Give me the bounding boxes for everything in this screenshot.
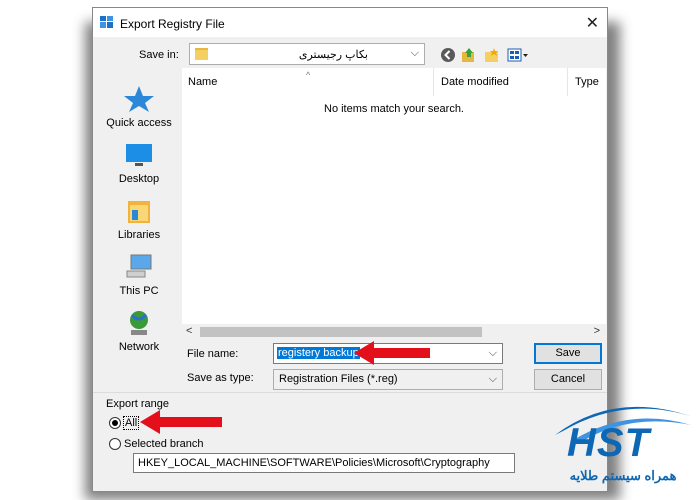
column-header-name[interactable]: Name [188,76,217,88]
chevron-down-icon: ⌵ [410,47,419,59]
empty-message: No items match your search. [324,103,464,115]
desktop-icon [126,144,152,166]
place-network[interactable]: Network [102,309,176,353]
place-label: Network [118,341,160,353]
all-radio[interactable] [109,417,121,429]
chevron-down-icon[interactable]: ⌵ [489,347,497,360]
hst-logo: HST همراه سیستم طلایه [545,395,695,495]
save-in-value: بکاپ رجیستری [298,49,368,61]
view-menu-icon[interactable] [507,47,529,63]
up-folder-icon[interactable] [461,47,477,63]
red-arrow-file-name [354,341,430,365]
column-header-type[interactable]: Type [575,76,599,88]
this-pc-icon [126,254,152,278]
branch-path-input[interactable]: HKEY_LOCAL_MACHINE\SOFTWARE\Policies\Mic… [133,453,515,473]
logo-tagline: همراه سیستم طلایه [569,468,677,483]
save-as-type-combo[interactable]: Registration Files (*.reg) ⌵ [273,369,503,390]
column-divider[interactable] [433,68,434,96]
title-bar: Export Registry File ✕ [93,8,607,37]
file-name-label: File name: [187,348,239,360]
back-icon[interactable] [440,47,456,63]
quick-access-star-icon [124,86,154,112]
save-as-type-label: Save as type: [187,372,254,384]
save-as-type-value: Registration Files (*.reg) [279,373,398,385]
radio-selected-dot [112,420,118,426]
place-libraries[interactable]: Libraries [102,197,176,241]
horizontal-scrollbar[interactable]: < > [182,324,606,340]
place-quick-access[interactable]: Quick access [102,85,176,129]
place-label: Libraries [117,229,161,241]
branch-path-value: HKEY_LOCAL_MACHINE\SOFTWARE\Policies\Mic… [138,457,490,469]
close-icon[interactable]: ✕ [586,13,599,33]
network-icon [130,311,148,335]
save-in-label: Save in: [139,49,179,61]
column-divider[interactable] [567,68,568,96]
chevron-down-icon: ⌵ [488,373,497,385]
cancel-button[interactable]: Cancel [534,369,602,390]
file-name-value: registery backup [277,347,360,359]
place-label: This PC [119,285,159,297]
scroll-right-icon[interactable]: > [594,325,600,337]
libraries-icon [128,201,150,223]
selected-branch-radio[interactable] [109,438,121,450]
place-desktop[interactable]: Desktop [102,141,176,185]
folder-icon [195,48,208,60]
all-radio-label[interactable]: All [122,416,140,430]
new-folder-icon[interactable] [484,47,500,63]
dialog-title: Export Registry File [120,17,225,31]
logo-text: HST [567,421,650,465]
place-label: Desktop [118,173,160,185]
scroll-thumb[interactable] [200,327,482,337]
scroll-left-icon[interactable]: < [186,325,192,337]
place-this-pc[interactable]: This PC [102,253,176,297]
save-in-combo[interactable]: بکاپ رجیستری ⌵ [189,43,425,65]
file-list[interactable]: ^ Name Date modified Type No items match… [182,68,606,340]
registry-editor-icon [100,16,113,28]
save-button[interactable]: Save [534,343,602,364]
selected-branch-label[interactable]: Selected branch [124,438,204,450]
column-header-date-modified[interactable]: Date modified [441,76,509,88]
divider [93,392,607,393]
red-arrow-all [140,410,222,434]
places-bar: Quick access Desktop Libraries This PC N… [102,73,176,373]
place-label: Quick access [106,117,172,129]
sort-up-icon: ^ [306,70,311,80]
